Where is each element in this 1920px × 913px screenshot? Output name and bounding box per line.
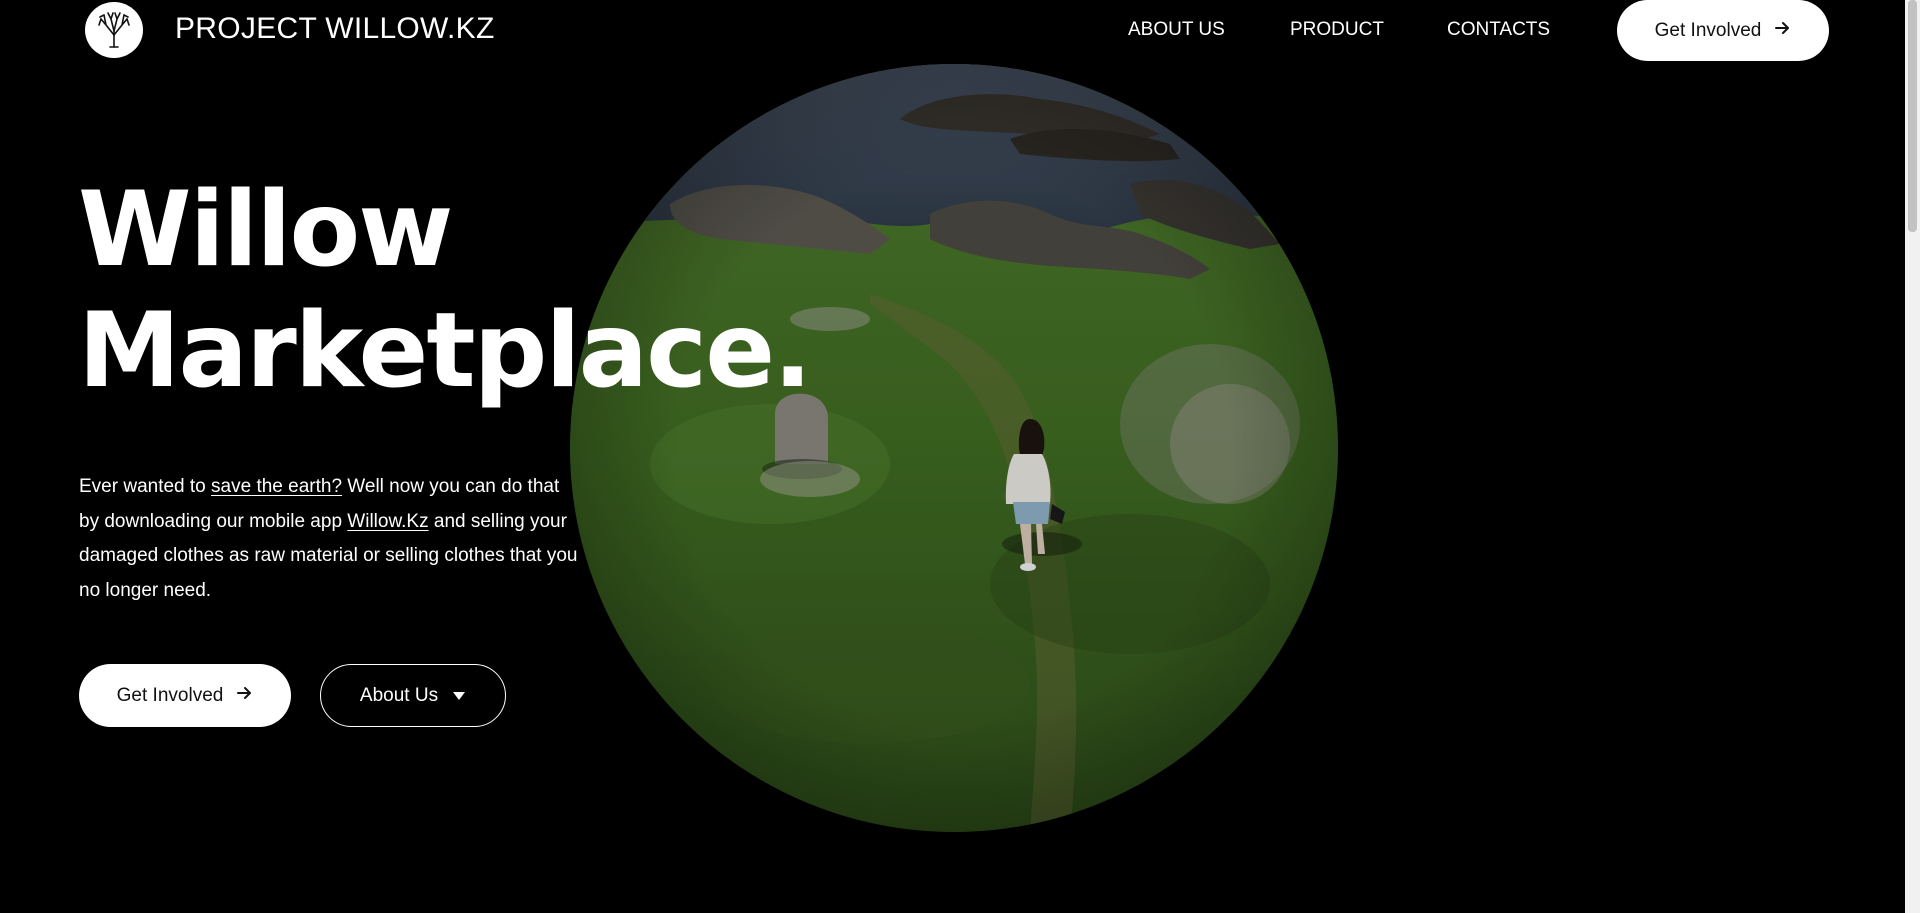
nav-contacts[interactable]: CONTACTS (1447, 19, 1550, 41)
header-get-involved-button[interactable]: Get Involved (1617, 0, 1829, 61)
hero-description: Ever wanted to save the earth? Well now … (79, 470, 579, 608)
headline-line-1: Willow (78, 170, 453, 290)
desc-text-1: Ever wanted to (79, 476, 212, 497)
hero-headline: Willow Marketplace. (78, 170, 812, 412)
scrollbar-thumb[interactable] (1908, 0, 1917, 232)
hero-get-involved-button[interactable]: Get Involved (79, 664, 291, 727)
headline-line-2: Marketplace. (78, 291, 812, 411)
hero-about-us-button[interactable]: About Us (320, 664, 506, 727)
hero-get-involved-label: Get Involved (116, 684, 224, 706)
page-scrollbar[interactable] (1905, 0, 1920, 913)
brand-title[interactable]: PROJECT WILLOW.KZ (175, 12, 495, 46)
arrow-right-icon (1773, 19, 1791, 43)
nav-about-us[interactable]: ABOUT US (1128, 19, 1225, 41)
willow-tree-logo-icon[interactable] (85, 2, 143, 58)
header-get-involved-label: Get Involved (1654, 19, 1762, 41)
save-the-earth-link[interactable]: save the earth? (211, 476, 342, 497)
hero-about-us-label: About Us (359, 684, 439, 706)
caret-down-icon (452, 685, 466, 707)
page: PROJECT WILLOW.KZ ABOUT US PRODUCT CONTA… (0, 0, 1920, 913)
willow-kz-link[interactable]: Willow.Kz (347, 511, 428, 532)
nav-product[interactable]: PRODUCT (1290, 19, 1384, 41)
arrow-right-icon (235, 684, 253, 708)
